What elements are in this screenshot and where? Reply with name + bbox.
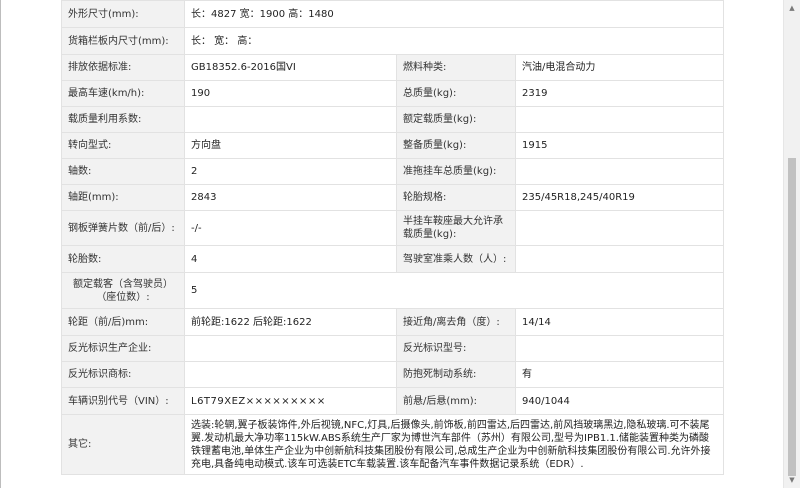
table-row: 车辆识别代号（VIN）: L6T79XEZ××××××××× 前悬/后悬(mm)… (61, 387, 724, 415)
table-row: 其它: 选装:轮辋,翼子板装饰件,外后视镜,NFC,灯具,后摄像头,前饰板,前四… (61, 414, 724, 475)
row-value-2: 940/1044 (515, 387, 724, 415)
row-label-2: 整备质量(kg): (396, 132, 516, 159)
row-label-2: 轮胎规格: (396, 184, 516, 211)
row-label-2: 额定载质量(kg): (396, 106, 516, 133)
table-row: 轴距(mm): 2843 轮胎规格: 235/45R18,245/40R19 (61, 184, 724, 211)
table-row: 轮胎数: 4 驾驶室准乘人数（人）: (61, 245, 724, 273)
row-value-2 (515, 210, 724, 246)
spec-page: 外形尺寸(mm): 长：4827 宽：1900 高：1480 货箱栏板内尺寸(m… (61, 0, 724, 475)
row-value: 2 (184, 158, 397, 185)
table-row: 排放依据标准: GB18352.6-2016国VI 燃料种类: 汽油/电混合动力 (61, 54, 724, 81)
row-label-2: 前悬/后悬(mm): (396, 387, 516, 415)
row-value: 5 (184, 272, 724, 309)
row-label: 钢板弹簧片数（前/后）: (61, 210, 185, 246)
row-value: GB18352.6-2016国VI (184, 54, 397, 81)
row-label: 轴数: (61, 158, 185, 185)
row-label-2: 反光标识型号: (396, 335, 516, 362)
table-row: 转向型式: 方向盘 整备质量(kg): 1915 (61, 132, 724, 159)
row-label: 反光标识商标: (61, 361, 185, 388)
row-value (184, 361, 397, 388)
row-label: 轮胎数: (61, 245, 185, 273)
table-row: 载质量利用系数: 额定载质量(kg): (61, 106, 724, 133)
row-value: 前轮距:1622 后轮距:1622 (184, 308, 397, 336)
row-value-2: 235/45R18,245/40R19 (515, 184, 724, 211)
row-value (184, 335, 397, 362)
table-row: 反光标识生产企业: 反光标识型号: (61, 335, 724, 362)
row-label: 车辆识别代号（VIN）: (61, 387, 185, 415)
row-value-2: 汽油/电混合动力 (515, 54, 724, 81)
row-value: 方向盘 (184, 132, 397, 159)
table-row: 反光标识商标: 防抱死制动系统: 有 (61, 361, 724, 388)
row-value-vin: L6T79XEZ××××××××× (184, 387, 397, 415)
row-value: 4 (184, 245, 397, 273)
row-value: -/- (184, 210, 397, 246)
row-label-2: 准拖挂车总质量(kg): (396, 158, 516, 185)
row-label: 轴距(mm): (61, 184, 185, 211)
vertical-scrollbar[interactable]: ▲ ▼ (783, 0, 800, 488)
row-value-2: 1915 (515, 132, 724, 159)
table-row: 轮距（前/后)mm: 前轮距:1622 后轮距:1622 接近角/离去角（度）:… (61, 308, 724, 336)
row-value-notes: 选装:轮辋,翼子板装饰件,外后视镜,NFC,灯具,后摄像头,前饰板,前四雷达,后… (184, 414, 724, 475)
row-value: 长： 宽： 高： (184, 27, 724, 55)
row-label: 外形尺寸(mm): (61, 0, 185, 28)
row-label: 轮距（前/后)mm: (61, 308, 185, 336)
row-label: 其它: (61, 414, 185, 475)
table-row: 钢板弹簧片数（前/后）: -/- 半挂车鞍座最大允许承载质量(kg): (61, 210, 724, 246)
vehicle-spec-table: 外形尺寸(mm): 长：4827 宽：1900 高：1480 货箱栏板内尺寸(m… (61, 0, 724, 475)
scroll-up-arrow-icon[interactable]: ▲ (784, 0, 800, 16)
row-value-2: 有 (515, 361, 724, 388)
table-row: 外形尺寸(mm): 长：4827 宽：1900 高：1480 (61, 0, 724, 28)
table-row: 货箱栏板内尺寸(mm): 长： 宽： 高： (61, 27, 724, 55)
row-label: 最高车速(km/h): (61, 80, 185, 107)
row-label-2: 接近角/离去角（度）: (396, 308, 516, 336)
row-label-2: 防抱死制动系统: (396, 361, 516, 388)
row-value (184, 106, 397, 133)
row-value-2 (515, 158, 724, 185)
table-row: 最高车速(km/h): 190 总质量(kg): 2319 (61, 80, 724, 107)
row-label: 载质量利用系数: (61, 106, 185, 133)
scroll-thumb[interactable] (788, 158, 796, 476)
row-value-2 (515, 245, 724, 273)
row-label: 排放依据标准: (61, 54, 185, 81)
row-label: 反光标识生产企业: (61, 335, 185, 362)
row-value-2: 14/14 (515, 308, 724, 336)
row-value: 长：4827 宽：1900 高：1480 (184, 0, 724, 28)
row-label: 转向型式: (61, 132, 185, 159)
table-row: 额定载客（含驾驶员）（座位数）: 5 (61, 272, 724, 309)
row-label: 货箱栏板内尺寸(mm): (61, 27, 185, 55)
row-value-2 (515, 335, 724, 362)
row-label-2: 燃料种类: (396, 54, 516, 81)
row-value: 190 (184, 80, 397, 107)
table-row: 轴数: 2 准拖挂车总质量(kg): (61, 158, 724, 185)
row-label: 额定载客（含驾驶员）（座位数）: (61, 272, 185, 309)
scroll-down-arrow-icon[interactable]: ▼ (784, 472, 800, 488)
row-label-2: 驾驶室准乘人数（人）: (396, 245, 516, 273)
browser-viewport: 外形尺寸(mm): 长：4827 宽：1900 高：1480 货箱栏板内尺寸(m… (0, 0, 800, 488)
row-value-2 (515, 106, 724, 133)
row-value-2: 2319 (515, 80, 724, 107)
row-label-2: 半挂车鞍座最大允许承载质量(kg): (396, 210, 516, 246)
row-value: 2843 (184, 184, 397, 211)
row-label-2: 总质量(kg): (396, 80, 516, 107)
